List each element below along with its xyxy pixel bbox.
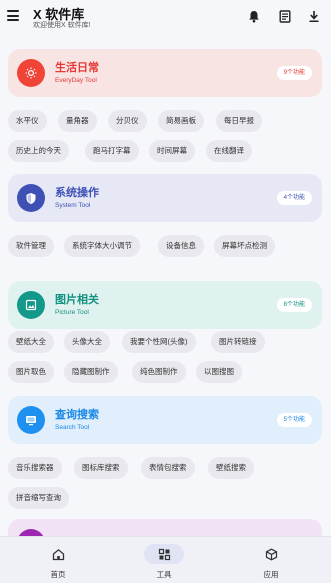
- sun-icon: [17, 59, 45, 87]
- chip-drawing-board[interactable]: 简易画板: [158, 110, 204, 132]
- category-card-everyday[interactable]: 生活日常 EveryDay Tool 9个功能: [8, 49, 322, 97]
- category-subtitle: System Tool: [55, 202, 91, 209]
- chip-dead-pixel[interactable]: 屏幕坏点检测: [214, 235, 275, 257]
- chip-translate[interactable]: 在线翻译: [206, 140, 252, 162]
- app-bar: X 软件库 欢迎使用X 软件库!: [0, 0, 331, 38]
- category-card-more[interactable]: [8, 519, 322, 536]
- chip-app-manager[interactable]: 软件管理: [8, 235, 54, 257]
- menu-icon[interactable]: [7, 10, 19, 21]
- nav-label: 工具: [156, 570, 172, 579]
- category-subtitle: Picture Tool: [55, 309, 89, 316]
- feature-count-badge: 4个功能: [276, 191, 312, 205]
- chip-decibel[interactable]: 分贝仪: [108, 110, 147, 132]
- chip-daily-news[interactable]: 每日早报: [216, 110, 262, 132]
- category-subtitle: EveryDay Tool: [55, 77, 97, 84]
- chip-device-info[interactable]: 设备信息: [158, 235, 204, 257]
- bottom-navigation: 首页 工具 应用: [0, 536, 331, 583]
- nav-apps[interactable]: 应用: [231, 537, 311, 583]
- chip-icon-search[interactable]: 图标库搜索: [74, 457, 128, 479]
- chip-hidden-image[interactable]: 隐藏图制作: [64, 361, 118, 383]
- category-title: 查询搜索: [55, 409, 99, 421]
- category-title: 生活日常: [55, 62, 99, 74]
- chip-time-screen[interactable]: 时间屏幕: [149, 140, 195, 162]
- category-title: 系统操作: [55, 187, 99, 199]
- home-icon: [38, 544, 78, 564]
- chip-history-today[interactable]: 历史上的今天: [8, 140, 69, 162]
- chip-personal-avatar[interactable]: 我要个性网(头像): [122, 331, 196, 353]
- chip-color-picker[interactable]: 图片取色: [8, 361, 54, 383]
- chip-pinyin-lookup[interactable]: 拼音缩写查询: [8, 487, 69, 509]
- chip-wallpapers[interactable]: 壁纸大全: [8, 331, 54, 353]
- category-card-picture[interactable]: 图片相关 Picture Tool 8个功能: [8, 281, 322, 329]
- category-card-system[interactable]: 系统操作 System Tool 4个功能: [8, 174, 322, 222]
- category-title: 图片相关: [55, 294, 99, 306]
- chip-reverse-image[interactable]: 以图搜图: [196, 361, 242, 383]
- tool-list[interactable]: 生活日常 EveryDay Tool 9个功能 水平仪 量角器 分贝仪 简易画板…: [0, 38, 331, 536]
- chip-avatars[interactable]: 头像大全: [64, 331, 110, 353]
- page-subtitle: 欢迎使用X 软件库!: [33, 22, 91, 29]
- nav-label: 应用: [263, 570, 279, 579]
- chip-level[interactable]: 水平仪: [8, 110, 47, 132]
- nav-label: 首页: [50, 570, 66, 579]
- chip-wallpaper-search[interactable]: 壁纸搜索: [208, 457, 254, 479]
- nav-home[interactable]: 首页: [18, 537, 98, 583]
- download-icon[interactable]: [307, 9, 321, 23]
- chip-meme-search[interactable]: 表情包搜索: [141, 457, 195, 479]
- monitor-icon: [17, 406, 45, 434]
- bell-icon[interactable]: [247, 9, 261, 23]
- category-card-search[interactable]: 查询搜索 Search Tool 5个功能: [8, 396, 322, 444]
- document-icon[interactable]: [278, 9, 292, 23]
- chip-marquee[interactable]: 跑马打字幕: [85, 140, 139, 162]
- shield-icon: [17, 184, 45, 212]
- category-icon: [17, 529, 45, 536]
- chip-music-search[interactable]: 音乐搜索器: [8, 457, 62, 479]
- chip-solid-color[interactable]: 纯色图制作: [132, 361, 186, 383]
- feature-count-badge: 8个功能: [276, 298, 312, 312]
- category-subtitle: Search Tool: [55, 424, 90, 431]
- chip-protractor[interactable]: 量角器: [58, 110, 97, 132]
- feature-count-badge: 5个功能: [276, 413, 312, 427]
- chip-image-to-link[interactable]: 图片转链接: [211, 331, 265, 353]
- nav-tools[interactable]: 工具: [124, 537, 204, 583]
- apps-icon: [144, 544, 184, 564]
- image-icon: [17, 291, 45, 319]
- feature-count-badge: 9个功能: [276, 66, 312, 80]
- cube-icon: [251, 544, 291, 564]
- chip-font-size[interactable]: 系统字体大小调节: [64, 235, 140, 257]
